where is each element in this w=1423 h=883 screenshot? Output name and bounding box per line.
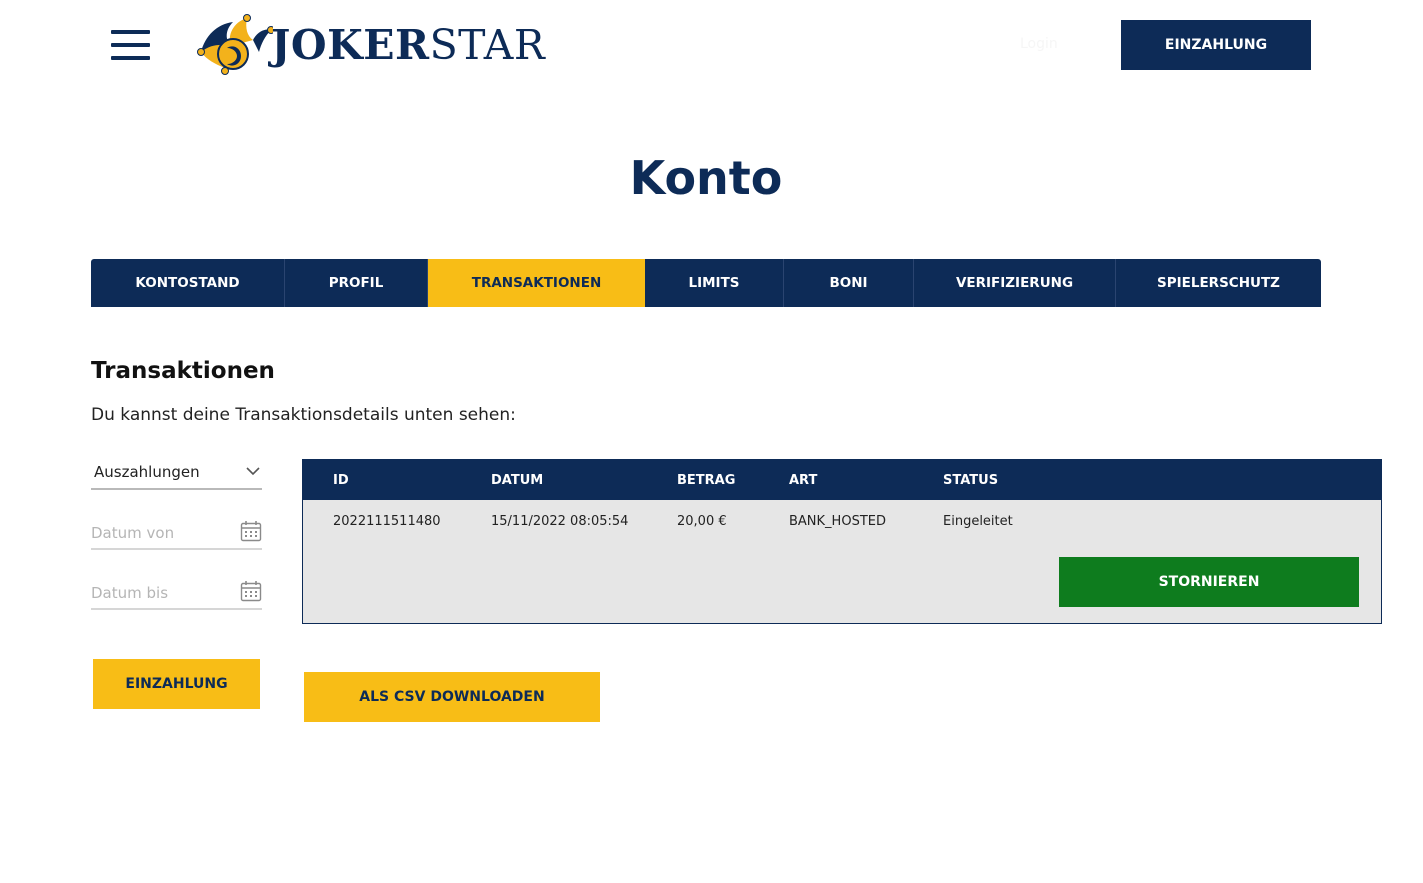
account-tabs: KONTOSTAND PROFIL TRANSAKTIONEN LIMITS B… <box>91 259 1321 307</box>
date-to-input[interactable] <box>91 581 231 605</box>
column-header-datum: DATUM <box>491 473 544 488</box>
chevron-down-icon <box>246 467 260 476</box>
column-header-betrag: BETRAG <box>677 473 736 488</box>
deposit-button-header[interactable]: EINZAHLUNG <box>1121 20 1311 70</box>
logo-text-star: STAR <box>429 21 546 69</box>
date-to-field <box>91 578 262 610</box>
section-title: Transaktionen <box>91 358 275 384</box>
section-subtitle: Du kannst deine Transaktionsdetails unte… <box>91 405 516 425</box>
hamburger-menu-icon[interactable] <box>111 30 150 60</box>
cell-art: BANK_HOSTED <box>789 514 886 529</box>
transaction-type-value: Auszahlungen <box>94 463 200 481</box>
cell-id: 2022111511480 <box>333 514 441 529</box>
page-title: Konto <box>629 151 783 205</box>
tab-transaktionen[interactable]: TRANSAKTIONEN <box>428 259 645 307</box>
transaction-type-select[interactable]: Auszahlungen <box>91 458 262 490</box>
tab-spielerschutz[interactable]: SPIELERSCHUTZ <box>1116 259 1321 307</box>
column-header-id: ID <box>333 473 349 488</box>
tab-limits[interactable]: LIMITS <box>645 259 784 307</box>
cell-status: Eingeleitet <box>943 514 1013 529</box>
page: JOKERSTAR Login EINZAHLUNG Konto KONTOST… <box>0 0 1423 883</box>
logo-text: JOKERSTAR <box>271 20 545 70</box>
cell-betrag: 20,00 € <box>677 514 727 529</box>
cancel-transaction-button[interactable]: STORNIEREN <box>1059 557 1359 607</box>
calendar-icon[interactable] <box>240 580 262 602</box>
csv-download-button[interactable]: ALS CSV DOWNLOADEN <box>304 672 600 722</box>
column-header-status: STATUS <box>943 473 999 488</box>
tab-verifizierung[interactable]: VERIFIZIERUNG <box>914 259 1116 307</box>
tab-kontostand[interactable]: KONTOSTAND <box>91 259 285 307</box>
calendar-icon[interactable] <box>240 520 262 542</box>
tab-profil[interactable]: PROFIL <box>285 259 428 307</box>
deposit-button[interactable]: EINZAHLUNG <box>93 659 260 709</box>
cell-datum: 15/11/2022 08:05:54 <box>491 514 629 529</box>
date-from-field <box>91 518 262 550</box>
tab-boni[interactable]: BONI <box>784 259 914 307</box>
logo-text-joker: JOKER <box>271 21 430 69</box>
login-link[interactable]: Login <box>1020 36 1100 60</box>
transactions-table: ID DATUM BETRAG ART STATUS 2022111511480… <box>302 459 1382 624</box>
column-header-art: ART <box>789 473 818 488</box>
table-header: ID DATUM BETRAG ART STATUS <box>303 460 1381 500</box>
date-from-input[interactable] <box>91 521 231 545</box>
logo[interactable]: JOKERSTAR <box>195 14 545 76</box>
jester-hat-icon <box>197 14 273 75</box>
